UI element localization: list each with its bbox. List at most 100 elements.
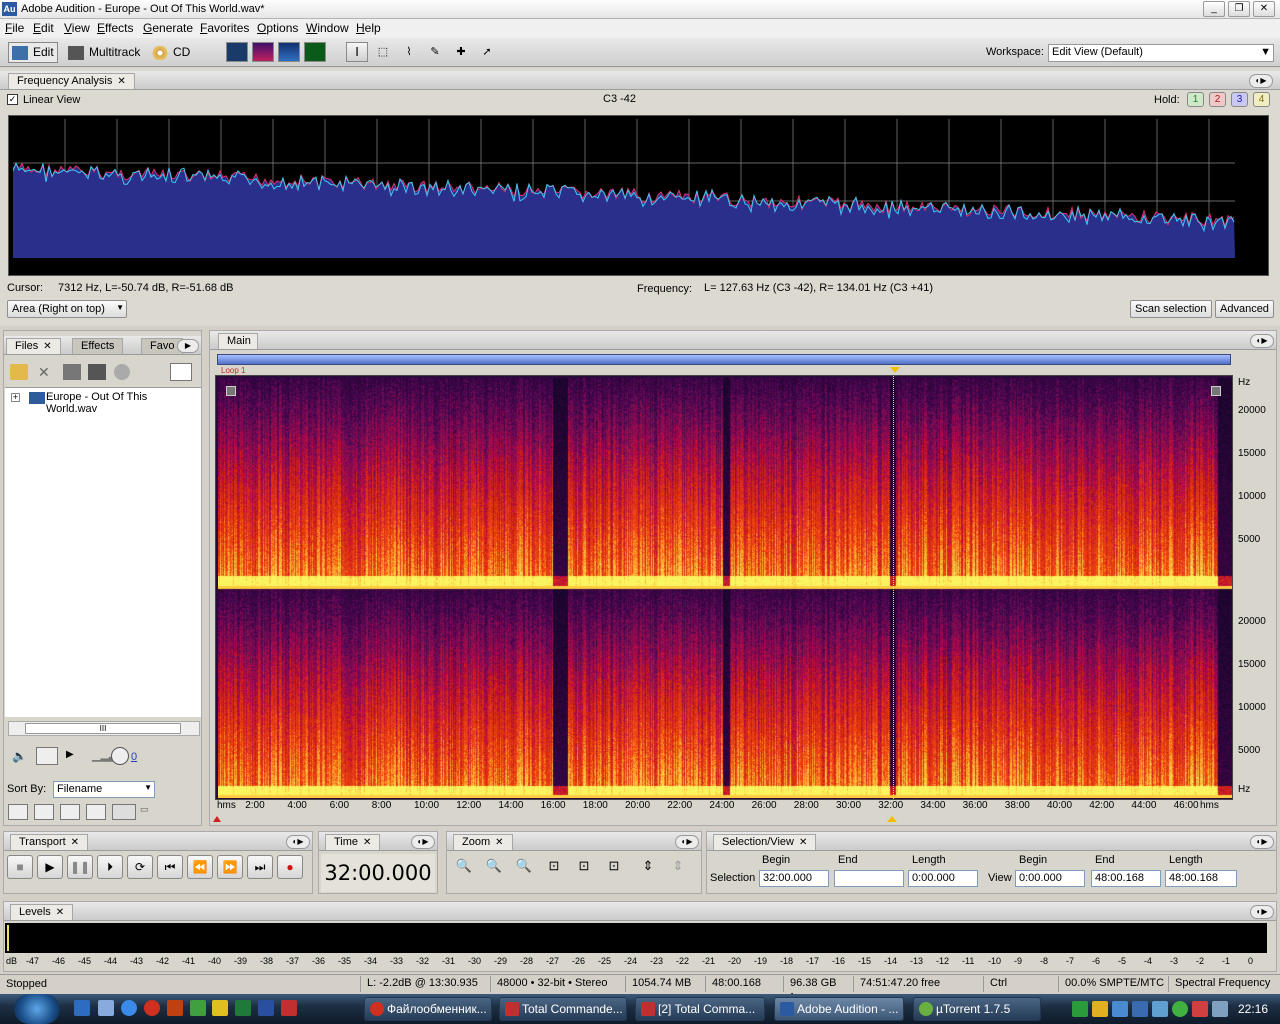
file-item[interactable]: Europe - Out Of This World.wav — [46, 391, 201, 415]
panel-menu-icon[interactable]: ▶ — [177, 339, 199, 353]
thumbnails-icon[interactable]: ▭ — [140, 804, 160, 820]
view-end-field[interactable]: 48:00.168 — [1091, 870, 1161, 887]
tray-icon[interactable] — [1072, 1001, 1088, 1017]
multitrack-view-button[interactable]: Multitrack — [64, 42, 144, 63]
panel-menu-icon[interactable]: ◐▶ — [1250, 905, 1274, 919]
volume-tray-icon[interactable] — [1212, 1001, 1228, 1017]
zoom-in-vertical-icon[interactable]: ⇕ — [635, 855, 661, 879]
menu-help[interactable]: Help — [356, 21, 381, 35]
expand-icon[interactable]: + — [11, 393, 20, 402]
overview-scrollbar[interactable] — [217, 354, 1231, 365]
volume-knob[interactable] — [111, 747, 129, 765]
panel-menu-icon[interactable]: ◐▶ — [1249, 74, 1273, 88]
zoom-in-horizontal-icon[interactable]: 🔍 — [451, 855, 477, 879]
loop-play-button[interactable]: ⟳ — [127, 855, 153, 879]
tray-icon[interactable] — [1152, 1001, 1168, 1017]
healing-tool-icon[interactable]: ✚ — [450, 42, 472, 62]
menu-favorites[interactable]: Favorites — [200, 21, 249, 35]
rewind-button[interactable]: ⏪ — [187, 855, 213, 879]
playhead-marker-bottom-icon[interactable] — [887, 816, 897, 822]
view-begin-field[interactable]: 0:00.000 — [1015, 870, 1085, 887]
tab-zoom[interactable]: Zoom ✕ — [453, 834, 513, 850]
show-midi-icon[interactable] — [86, 804, 106, 820]
panel-menu-icon[interactable]: ◐▶ — [411, 835, 435, 849]
tab-main[interactable]: Main — [218, 333, 258, 349]
opera-icon[interactable] — [144, 1000, 160, 1016]
close-window-button[interactable]: ✕ — [1253, 1, 1275, 17]
workspace-select[interactable]: Edit View (Default) ▼ — [1048, 44, 1274, 62]
zoom-out-vertical-icon[interactable]: ⇕ — [665, 855, 691, 879]
close-icon[interactable]: ✕ — [117, 76, 125, 87]
hold-4-button[interactable]: 4 — [1253, 92, 1270, 107]
quicklaunch-app-icon[interactable] — [281, 1000, 297, 1016]
taskbar-item-total-commander[interactable]: Total Commande... — [499, 997, 627, 1021]
menu-effects[interactable]: Effects — [97, 21, 133, 35]
start-button[interactable] — [14, 994, 60, 1024]
panel-menu-icon[interactable]: ◐▶ — [675, 835, 699, 849]
play-file-icon[interactable] — [114, 364, 130, 380]
close-icon[interactable]: ✕ — [43, 341, 51, 352]
loop-icon[interactable] — [36, 747, 58, 765]
zoom-out-horizontal-icon[interactable]: 🔍 — [481, 855, 507, 879]
spectral-display[interactable] — [218, 378, 1232, 798]
tray-icon[interactable] — [1192, 1001, 1208, 1017]
tab-files[interactable]: Files ✕ — [6, 338, 61, 354]
menu-window[interactable]: Window — [306, 21, 349, 35]
view-length-field[interactable]: 48:00.168 — [1165, 870, 1237, 887]
tab-time[interactable]: Time ✕ — [325, 834, 381, 850]
brush-tool-icon[interactable]: ✎ — [424, 42, 446, 62]
zoom-out-full-icon[interactable]: 🔍 — [511, 855, 537, 879]
show-loops-icon[interactable] — [34, 804, 54, 820]
advanced-button[interactable]: Advanced — [1215, 300, 1274, 318]
spectral-phase-icon[interactable] — [304, 42, 326, 62]
taskbar-item-adobe-audition[interactable]: Adobe Audition - ... — [774, 997, 904, 1021]
move-tool-icon[interactable]: ➚ — [476, 42, 498, 62]
restore-button[interactable]: ❐ — [1228, 1, 1250, 17]
marquee-tool-icon[interactable]: ⬚ — [372, 42, 394, 62]
minimize-button[interactable]: _ — [1203, 1, 1225, 17]
track-menu-icon[interactable] — [226, 386, 236, 396]
pause-button[interactable]: ❚❚ — [67, 855, 93, 879]
hold-1-button[interactable]: 1 — [1187, 92, 1204, 107]
play-icon[interactable]: ▶ — [66, 749, 76, 763]
quicklaunch-app-icon[interactable] — [212, 1000, 228, 1016]
close-icon[interactable]: ✕ — [56, 907, 64, 918]
menu-file[interactable]: File — [5, 21, 24, 35]
menu-generate[interactable]: Generate — [143, 21, 193, 35]
tray-icon[interactable] — [1092, 1001, 1108, 1017]
show-video-icon[interactable] — [60, 804, 80, 820]
zoom-left-edge-icon[interactable]: ⊡ — [571, 855, 597, 879]
zoom-to-selection-icon[interactable]: ⊡ — [541, 855, 567, 879]
filter-icon[interactable] — [112, 804, 136, 820]
fast-forward-button[interactable]: ⏩ — [217, 855, 243, 879]
hold-3-button[interactable]: 3 — [1231, 92, 1248, 107]
selection-begin-field[interactable]: 32:00.000 — [759, 870, 829, 887]
menu-edit[interactable]: Edit — [33, 21, 54, 35]
word-icon[interactable] — [258, 1000, 274, 1016]
go-to-start-button[interactable]: ⏮ — [157, 855, 183, 879]
taskbar-item-total-commander-2[interactable]: [2] Total Comma... — [635, 997, 765, 1021]
spectral-pan-icon[interactable] — [278, 42, 300, 62]
taskbar-item-utorrent[interactable]: µTorrent 1.7.5 — [913, 997, 1041, 1021]
volume-value[interactable]: 0 — [131, 751, 137, 763]
selection-length-field[interactable]: 0:00.000 — [908, 870, 978, 887]
area-select[interactable]: Area (Right on top) ▼ — [7, 300, 127, 318]
scan-selection-button[interactable]: Scan selection — [1130, 300, 1212, 318]
open-file-icon[interactable] — [10, 364, 28, 380]
speaker-icon[interactable]: 🔈 — [12, 749, 30, 763]
tab-transport[interactable]: Transport ✕ — [10, 834, 89, 850]
tab-selection-view[interactable]: Selection/View ✕ — [713, 834, 817, 850]
hold-2-button[interactable]: 2 — [1209, 92, 1226, 107]
tray-icon[interactable] — [1132, 1001, 1148, 1017]
quicklaunch-app-icon[interactable] — [98, 1000, 114, 1016]
lasso-tool-icon[interactable]: ⌇ — [398, 42, 420, 62]
tab-effects[interactable]: Effects — [72, 338, 124, 354]
panel-menu-icon[interactable]: ◐▶ — [1250, 835, 1274, 849]
scroll-thumb[interactable]: III — [25, 723, 181, 734]
show-audio-icon[interactable] — [8, 804, 28, 820]
play-button[interactable]: ▶ — [37, 855, 63, 879]
menu-options[interactable]: Options — [257, 21, 298, 35]
close-icon[interactable]: ✕ — [495, 837, 503, 848]
play-to-end-button[interactable]: ⏵ — [97, 855, 123, 879]
time-selection-tool-icon[interactable]: I — [346, 42, 368, 62]
